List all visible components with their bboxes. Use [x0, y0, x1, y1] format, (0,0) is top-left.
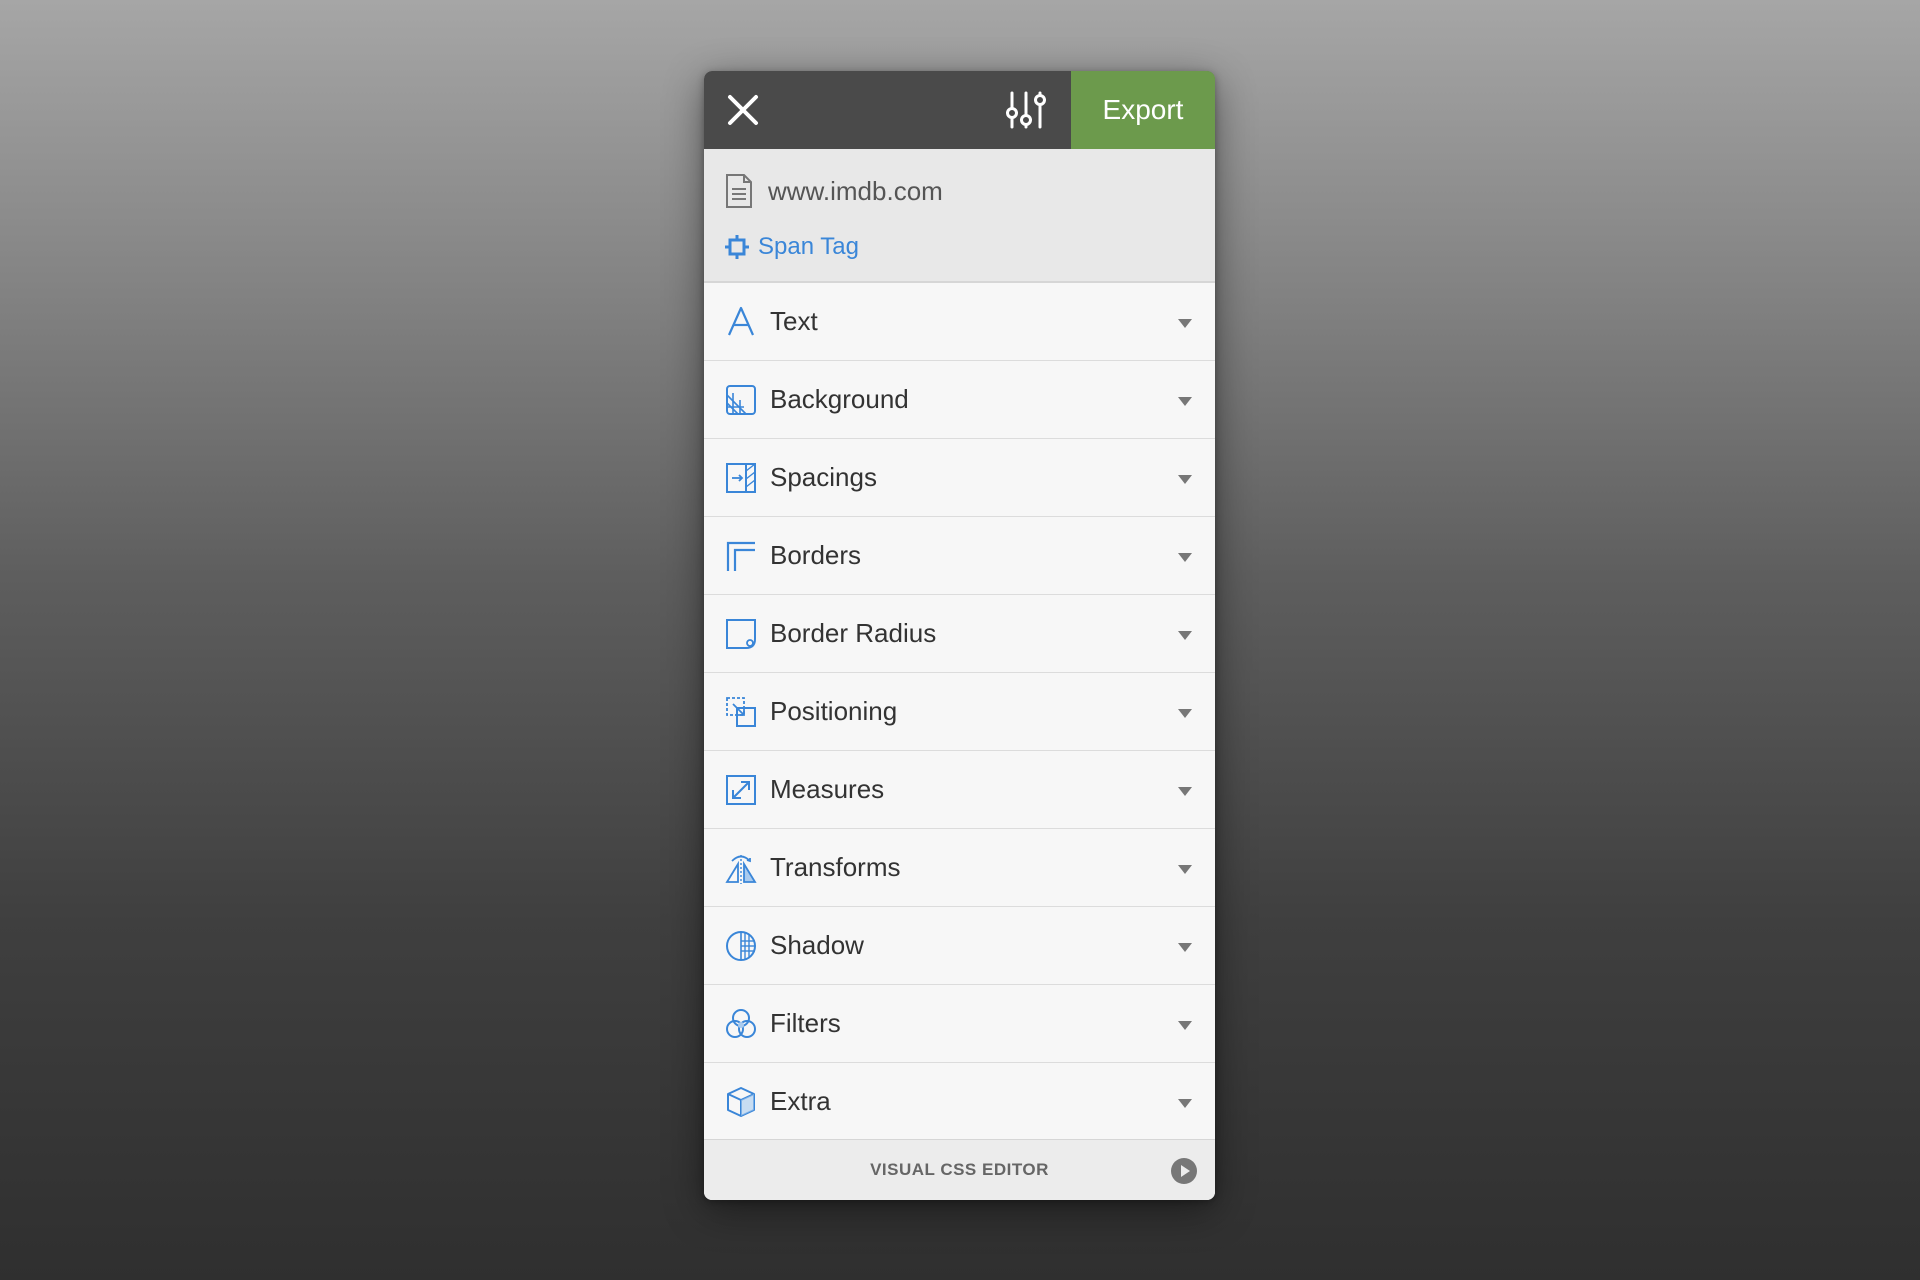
menu-item-spacings[interactable]: Spacings [704, 439, 1215, 517]
chevron-down-icon [1178, 943, 1192, 952]
settings-button[interactable] [1003, 87, 1049, 133]
play-icon [1171, 1158, 1197, 1184]
menu-item-shadow[interactable]: Shadow [704, 907, 1215, 985]
property-menu: Text Background Spacings Borders Border … [704, 283, 1215, 1141]
menu-item-label: Filters [770, 1008, 841, 1038]
menu-item-label: Transforms [770, 852, 901, 882]
menu-item-label: Text [770, 306, 818, 336]
borders-icon [726, 541, 755, 571]
chevron-down-icon [1178, 397, 1192, 406]
text-icon [727, 306, 755, 335]
menu-item-label: Positioning [770, 696, 898, 726]
transforms-icon [725, 854, 757, 884]
filters-icon [726, 1008, 756, 1038]
site-row: www.imdb.com [724, 171, 943, 211]
menu-item-filters[interactable]: Filters [704, 985, 1215, 1063]
top-bar: Export [704, 71, 1215, 149]
play-button[interactable] [1170, 1157, 1198, 1185]
menu-item-label: Spacings [770, 462, 877, 492]
menu-item-background[interactable]: Background [704, 361, 1215, 439]
close-icon [728, 95, 758, 125]
chevron-down-icon [1178, 553, 1192, 562]
footer-title: VISUAL CSS EDITOR [870, 1160, 1049, 1179]
menu-item-positioning[interactable]: Positioning [704, 673, 1215, 751]
cube-icon [727, 1086, 755, 1117]
chevron-down-icon [1178, 709, 1192, 718]
close-button[interactable] [722, 89, 764, 131]
menu-item-label: Shadow [770, 930, 864, 960]
menu-item-border-radius[interactable]: Border Radius [704, 595, 1215, 673]
border-radius-icon [726, 618, 756, 649]
chevron-down-icon [1178, 319, 1192, 328]
shadow-icon [726, 930, 756, 961]
menu-item-measures[interactable]: Measures [704, 751, 1215, 829]
menu-item-extra[interactable]: Extra [704, 1063, 1215, 1141]
menu-item-label: Border Radius [770, 618, 937, 648]
footer: VISUAL CSS EDITOR [704, 1139, 1215, 1200]
chevron-down-icon [1178, 475, 1192, 484]
measures-icon [726, 774, 756, 805]
chevron-down-icon [1178, 1099, 1192, 1108]
element-info: www.imdb.com Span Tag [704, 149, 1215, 283]
chevron-down-icon [1178, 631, 1192, 640]
sliders-icon [1006, 91, 1046, 129]
export-button[interactable]: Export [1071, 71, 1215, 149]
spacings-icon [726, 462, 756, 493]
menu-item-transforms[interactable]: Transforms [704, 829, 1215, 907]
menu-item-label: Extra [770, 1086, 831, 1116]
site-url: www.imdb.com [768, 175, 943, 206]
background-icon [726, 384, 756, 415]
positioning-icon [726, 696, 756, 727]
chevron-down-icon [1178, 865, 1192, 874]
menu-item-label: Measures [770, 774, 885, 804]
selected-tag-label: Span Tag [758, 233, 859, 260]
document-icon [726, 174, 752, 208]
menu-item-label: Background [770, 384, 909, 414]
menu-item-text[interactable]: Text [704, 283, 1215, 361]
chevron-down-icon [1178, 787, 1192, 796]
menu-item-borders[interactable]: Borders [704, 517, 1215, 595]
menu-item-label: Borders [770, 540, 862, 570]
css-editor-panel: Export www.imdb.com Span Tag Text Backgr… [704, 71, 1215, 1200]
selected-tag[interactable]: Span Tag [724, 229, 859, 265]
chevron-down-icon [1178, 1021, 1192, 1030]
chip-icon [725, 235, 749, 259]
